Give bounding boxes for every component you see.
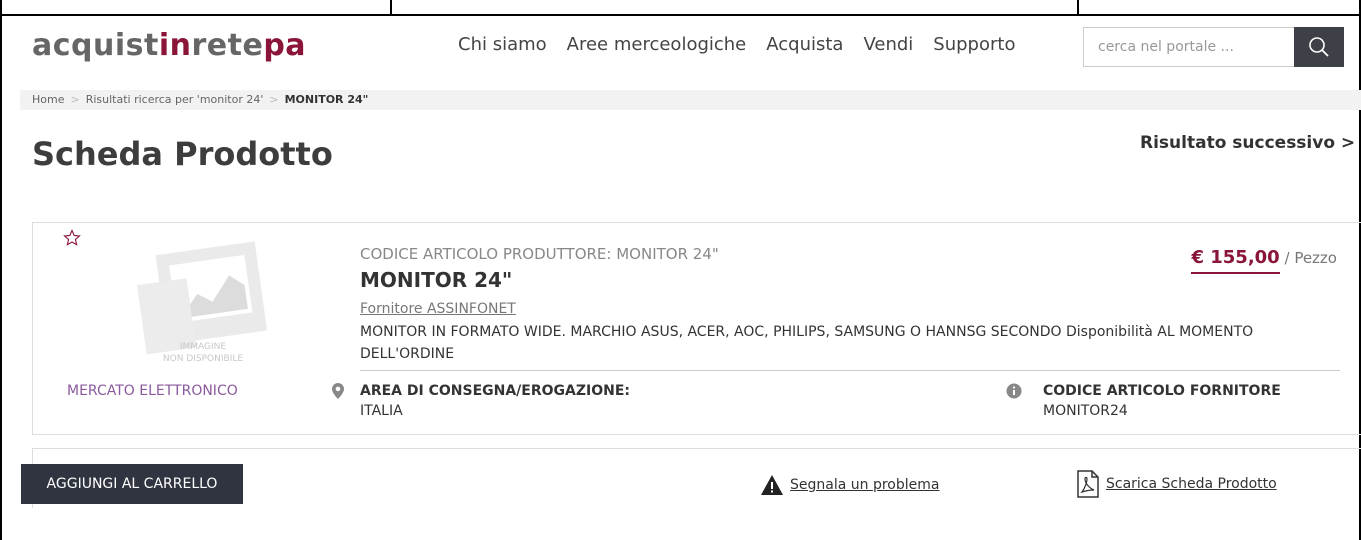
logo-text-3: rete <box>191 28 264 63</box>
nav-supporto[interactable]: Supporto <box>933 34 1015 55</box>
supplier-code-value: MONITOR24 <box>1043 403 1128 419</box>
delivery-area-label: AREA DI CONSEGNA/EROGAZIONE: <box>360 383 630 399</box>
breadcrumb-home[interactable]: Home <box>32 93 64 106</box>
main-nav: Chi siamo Aree merceologiche Acquista Ve… <box>458 34 1035 55</box>
supplier-link[interactable]: Fornitore ASSINFONET <box>360 301 516 317</box>
add-to-cart-button[interactable]: AGGIUNGI AL CARRELLO <box>21 464 243 504</box>
breadcrumb-results[interactable]: Risultati ricerca per 'monitor 24' <box>86 93 264 106</box>
window-frame-left <box>0 0 2 540</box>
image-placeholder-line-2: NON DISPONIBILE <box>162 354 244 364</box>
search-icon <box>1309 37 1329 57</box>
breadcrumb: Home > Risultati ricerca per 'monitor 24' >… <box>20 90 1361 110</box>
search-button[interactable] <box>1294 27 1344 67</box>
logo-text-1: acquist <box>32 28 159 63</box>
next-result-link[interactable]: Risultato successivo > <box>1140 133 1355 153</box>
card-divider <box>360 370 1340 371</box>
delivery-area-value: ITALIA <box>360 403 403 419</box>
price-unit: / Pezzo <box>1284 249 1338 267</box>
image-placeholder-text: IMMAGINE NON DISPONIBILE <box>133 341 273 365</box>
manufacturer-code: CODICE ARTICOLO PRODUTTORE: MONITOR 24" <box>360 245 719 263</box>
report-problem-link[interactable]: Segnala un problema <box>760 474 939 496</box>
product-card: IMMAGINE NON DISPONIBILE CODICE ARTICOLO… <box>32 222 1361 435</box>
supplier-code-label: CODICE ARTICOLO FORNITORE <box>1043 383 1281 399</box>
logo-text-2: in <box>158 28 192 63</box>
price-block: € 155,00 / Pezzo <box>1191 247 1338 274</box>
download-sheet-label: Scarica Scheda Prodotto <box>1106 476 1277 492</box>
logo-text-4: pa <box>263 28 307 63</box>
warning-icon <box>761 475 783 495</box>
market-label: MERCATO ELETTRONICO <box>67 383 238 399</box>
info-icon <box>1006 383 1022 399</box>
breadcrumb-separator: > <box>70 93 80 106</box>
breadcrumb-current: MONITOR 24" <box>284 93 369 106</box>
price-amount: € 155,00 <box>1191 247 1280 274</box>
search-box <box>1083 27 1344 67</box>
report-problem-label: Segnala un problema <box>790 477 940 493</box>
site-logo[interactable]: acquistinretepa <box>32 28 306 63</box>
search-input[interactable] <box>1084 28 1300 66</box>
nav-chi-siamo[interactable]: Chi siamo <box>458 34 547 55</box>
breadcrumb-separator: > <box>269 93 279 106</box>
window-frame-top <box>0 0 1361 16</box>
product-description: MONITOR IN FORMATO WIDE. MARCHIO ASUS, A… <box>360 324 1254 362</box>
nav-aree-merceologiche[interactable]: Aree merceologiche <box>567 34 747 55</box>
pdf-icon <box>1077 470 1099 498</box>
product-title: MONITOR 24" <box>360 268 513 292</box>
nav-acquista[interactable]: Acquista <box>766 34 843 55</box>
favorite-star-icon[interactable] <box>63 229 81 247</box>
nav-vendi[interactable]: Vendi <box>863 34 913 55</box>
page-title: Scheda Prodotto <box>32 135 333 173</box>
location-pin-icon <box>332 383 344 399</box>
download-sheet-link[interactable]: Scarica Scheda Prodotto <box>1076 470 1277 498</box>
image-placeholder-line-1: IMMAGINE <box>179 342 227 352</box>
